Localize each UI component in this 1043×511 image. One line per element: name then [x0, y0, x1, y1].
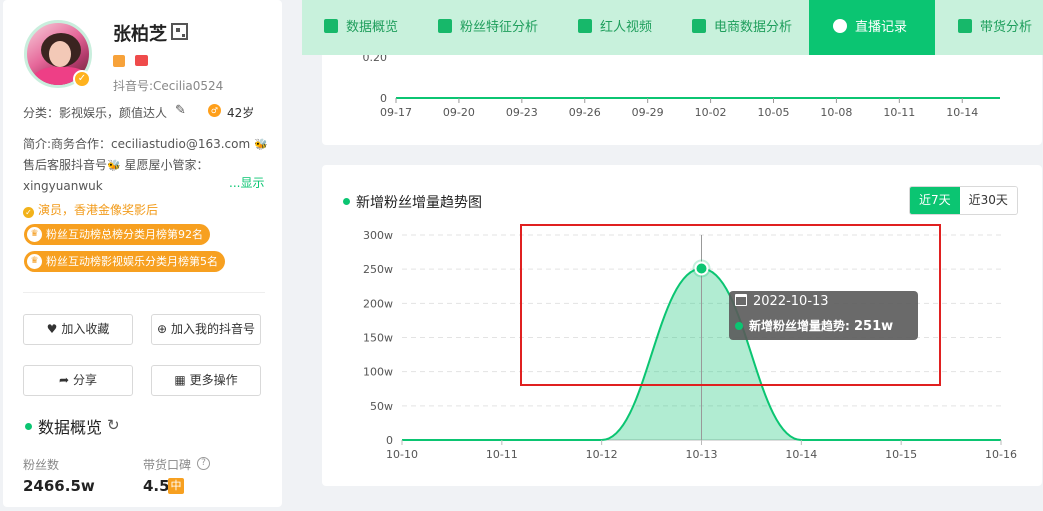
live-records-chart: 0.20 009-17 09-20 09-23 09-26 09-29 10-02 10-05…	[363, 55, 1000, 119]
rank-tag-category[interactable]: ♛ 粉丝互动榜影视娱乐分类月榜第5名	[24, 251, 225, 272]
tab-label: 电商数据分析	[714, 20, 793, 35]
tab-ecommerce-analysis[interactable]: 电商数据分析	[692, 0, 792, 55]
x-tick-label: 10-11	[883, 106, 915, 119]
x-tick-label: 10-12	[586, 448, 618, 461]
x-tick-label: 10-14	[785, 448, 817, 461]
y-tick-label: 200w	[363, 297, 393, 310]
x-tick-label: 10-16	[985, 448, 1017, 461]
fans-label: 粉丝数	[23, 458, 60, 472]
qr-code-icon[interactable]	[171, 23, 188, 40]
grid-icon: ▦	[174, 373, 186, 387]
y-tick-label: 0	[386, 434, 393, 447]
x-tick-label: 10-05	[758, 106, 790, 119]
douyin-id: 抖音号:Cecilia0524	[113, 79, 224, 93]
x-tick-label: 09-29	[632, 106, 664, 119]
x-tick-label: 09-20	[443, 106, 475, 119]
y-tick-label: 150w	[363, 332, 393, 345]
x-tick-label: 10-11	[486, 448, 518, 461]
x-tick-label: 10-13	[686, 448, 718, 461]
bee-icon: 🐝	[107, 159, 121, 172]
intro-line-1: 简介:商务合作：ceciliastudio@163.com	[23, 137, 251, 151]
rank-tag-total[interactable]: ♛ 粉丝互动榜总榜分类月榜第92名	[24, 224, 210, 245]
honor-text: ✓ 演员，香港金像奖影后	[23, 201, 158, 218]
profile-name: 张柏芝	[113, 24, 167, 45]
verified-check-icon: ✓	[73, 70, 91, 88]
profile-panel: ✓ 张柏芝 抖音号:Cecilia0524 分类：影视娱乐，颜值达人 ✎ ♂ 4…	[3, 0, 282, 507]
video-icon	[578, 19, 592, 33]
rating-label: 带货口碑	[143, 458, 192, 472]
overview-title-label: 数据概览	[38, 418, 103, 437]
age-text: 42岁	[227, 106, 255, 120]
y-tick-label: 100w	[363, 366, 393, 379]
rating-tier-badge: 中	[168, 478, 184, 494]
rating-value: 4.5	[143, 477, 170, 495]
crown-icon: ♛	[27, 227, 42, 242]
y-tick-label: 0	[380, 92, 387, 105]
tab-influencer-video[interactable]: 红人视频	[578, 0, 652, 55]
pie-chart-icon	[324, 19, 338, 33]
x-tick-label: 09-17	[380, 106, 412, 119]
plus-circle-icon: ⊕	[156, 322, 168, 336]
x-tick-label: 10-15	[885, 448, 917, 461]
award-icon: ✓	[23, 207, 34, 218]
y-tick-label: 50w	[370, 400, 393, 413]
crown-icon: ♛	[27, 254, 42, 269]
share-label: 分享	[73, 373, 98, 387]
rank-tag-label: 粉丝互动榜影视娱乐分类月榜第5名	[46, 255, 218, 268]
show-more-link[interactable]: ...显示	[229, 174, 264, 191]
y-tick-label: 300w	[363, 229, 393, 242]
tab-goods-analysis[interactable]: 带货分析	[958, 0, 1032, 55]
tab-label: 数据概览	[346, 20, 399, 35]
edit-icon[interactable]: ✎	[175, 103, 186, 118]
more-actions-button[interactable]: ▦ 更多操作	[151, 365, 261, 396]
x-tick-label: 09-26	[569, 106, 601, 119]
y-tick-label: 0.20	[363, 55, 388, 64]
highlight-annotation-box	[520, 224, 941, 386]
tab-label: 带货分析	[980, 20, 1033, 35]
honor-label: 演员，香港金像奖影后	[38, 203, 159, 217]
help-icon[interactable]: ?	[197, 457, 210, 470]
share-button[interactable]: ➦ 分享	[23, 365, 133, 396]
refresh-icon[interactable]: ↻	[107, 416, 120, 434]
rank-tag-label: 粉丝互动榜总榜分类月榜第92名	[46, 228, 203, 241]
tab-label: 红人视频	[600, 20, 653, 35]
goods-icon	[958, 19, 972, 33]
overview-title: 数据概览	[25, 414, 102, 438]
category-text: 分类：影视娱乐，颜值达人	[23, 106, 168, 120]
tab-fans-analysis[interactable]: 粉丝特征分析	[438, 0, 538, 55]
shopping-bag-icon	[692, 19, 706, 33]
heart-icon: ♥	[46, 322, 58, 336]
x-tick-label: 10-02	[695, 106, 727, 119]
live-badge-icon	[135, 55, 148, 66]
x-tick-label: 10-10	[386, 448, 418, 461]
store-badge-icon	[113, 55, 125, 67]
add-favorite-button[interactable]: ♥ 加入收藏	[23, 314, 133, 345]
y-tick-label: 250w	[363, 263, 393, 276]
x-tick-label: 09-23	[506, 106, 538, 119]
tab-bar: 数据概览 粉丝特征分析 红人视频 电商数据分析 直播记录 带货分析	[302, 0, 1043, 55]
add-my-douyin-label: 加入我的抖音号	[171, 322, 256, 336]
add-favorite-label: 加入收藏	[61, 322, 110, 336]
bee-icon: 🐝	[254, 138, 268, 151]
title-dot-icon	[25, 423, 32, 430]
avatar-face	[49, 41, 71, 67]
divider	[23, 292, 265, 293]
intro-line-2: 售后客服抖音号	[23, 158, 108, 172]
more-actions-label: 更多操作	[189, 373, 238, 387]
share-arrow-icon: ➦	[58, 373, 70, 387]
tab-live-records[interactable]: 直播记录	[809, 0, 935, 55]
add-my-douyin-button[interactable]: ⊕ 加入我的抖音号	[151, 314, 261, 345]
intro-line-2b: 星愿屋小管家：	[124, 158, 209, 172]
user-card-icon	[438, 19, 452, 33]
tab-label: 直播记录	[855, 20, 908, 35]
x-tick-label: 10-14	[946, 106, 978, 119]
tab-data-overview[interactable]: 数据概览	[324, 0, 398, 55]
age-icon: ♂	[208, 104, 221, 117]
x-tick-label: 10-08	[820, 106, 852, 119]
clock-icon	[833, 19, 847, 33]
fans-value: 2466.5w	[23, 477, 95, 495]
tab-label: 粉丝特征分析	[460, 20, 539, 35]
